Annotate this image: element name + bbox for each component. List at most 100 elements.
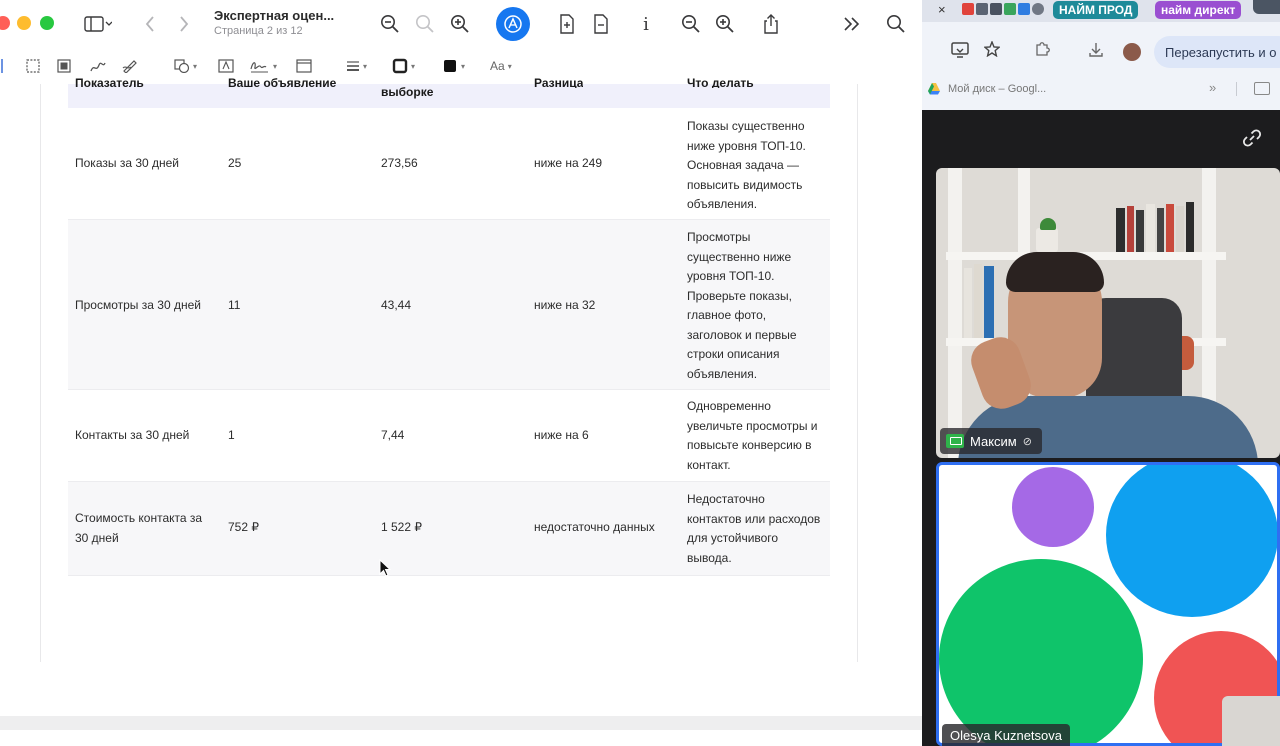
page-setup-tool[interactable] [296,57,312,75]
participant-video-tile[interactable] [936,168,1280,458]
book [1186,202,1194,252]
fill-color-menu[interactable]: ▾ [442,57,465,75]
metric-cell: Просмотры за 30 дней [75,298,201,312]
shelf-post [948,168,962,458]
profile-avatar[interactable] [1123,43,1141,61]
sample-value-cell: 273,56 [381,156,418,170]
pinned-tab-icon[interactable] [976,3,988,15]
table-row: Стоимость контакта за 30 дней 752 ₽ 1 522… [68,482,830,576]
document-page: Показатель Ваше объявление выборке Разни… [0,76,922,746]
chevron-down-icon: ▾ [363,61,368,71]
search-button[interactable] [884,10,908,38]
markup-toolbar-button[interactable] [496,7,530,41]
document-minus-icon [594,14,608,34]
redact-tool[interactable] [57,57,71,75]
border-color-icon [392,58,408,74]
zoom-out-icon [381,15,399,33]
pinned-tab-icon[interactable] [1004,3,1016,15]
text-style-label: Aa [490,59,505,73]
extensions-button[interactable] [1034,41,1050,62]
table-header: Показатель Ваше объявление выборке Разни… [68,76,830,108]
zoom-in-icon [716,15,734,33]
action-cell: Просмотры существенно ниже уровня ТОП-10. П… [687,230,797,381]
participant-name: Максим [970,433,1017,449]
shapes-menu[interactable]: ▾ [174,57,197,75]
participant-name-tag: Olesya Kuznetsova [942,724,1071,746]
action-cell: Недостаточно контактов или расходов для ус… [687,492,821,565]
viewer-toolbar: Экспертная оцен... Страница 2 из 12 i [0,0,922,48]
table-row: Контакты за 30 дней 1 7,44 ниже на 6 Одн… [68,390,830,482]
remove-page-button[interactable] [590,10,612,38]
zoom-out-button[interactable] [378,10,402,38]
forward-button[interactable] [174,10,194,38]
metric-cell: Контакты за 30 дней [75,428,190,442]
pen-draw-icon [122,60,137,73]
sketch-tool[interactable] [90,57,106,75]
book [1127,206,1134,252]
participant-name-tag: Максим ⊘ [940,428,1042,454]
sample-value-cell: 7,44 [381,428,405,442]
more-toolbar-button[interactable] [840,10,864,38]
signature-menu[interactable]: ▾ [250,57,277,75]
difference-cell: ниже на 249 [534,156,603,170]
share-icon [764,14,778,34]
document-title[interactable]: Экспертная оцен... [214,8,334,23]
participant-name: Olesya Kuznetsova [950,727,1063,743]
tab-group-hiring-direct[interactable]: найм директ [1155,1,1242,19]
zoom-in-button[interactable] [448,10,472,38]
window-zoom-button[interactable] [40,16,54,30]
pinned-tab-icon[interactable] [990,3,1002,15]
sidebar-toggle-button[interactable] [80,10,116,38]
line-style-menu[interactable]: ▾ [346,57,367,75]
window-corner [1253,0,1280,14]
downloads-button[interactable] [1088,42,1104,63]
decorative-circle [1012,467,1094,547]
bookmarks-overflow-button[interactable]: » [1209,80,1216,95]
chevron-down-icon: ▾ [273,61,278,71]
book [1136,210,1144,252]
mouse-cursor-icon [379,559,391,577]
tab-group-hiring-sales[interactable]: НАЙМ ПРОД [1053,1,1139,19]
pinned-tab-icon[interactable] [1032,3,1044,15]
bookmark-star-button[interactable] [983,40,1001,62]
tab-close-button[interactable]: × [938,2,946,17]
zoom-in-icon [451,15,469,33]
text-style-menu[interactable]: Aa ▾ [490,57,512,75]
window-icon [296,59,312,73]
book [1176,206,1184,252]
decorative-circle [939,559,1143,743]
draw-tool[interactable] [122,57,138,75]
text-box-tool[interactable] [218,57,234,75]
share-button[interactable] [760,10,782,38]
zoom-in-button-2[interactable] [714,10,736,38]
pen-tip-icon [504,15,522,33]
bookmark-google-drive[interactable]: Мой диск – Googl... [948,83,1046,95]
difference-cell: недостаточно данных [534,520,655,534]
restart-update-button[interactable]: Перезапустить и о [1154,36,1280,68]
zoom-out-button-2[interactable] [680,10,702,38]
link-icon[interactable] [1242,128,1262,148]
plant-pot [1036,228,1058,252]
border-color-menu[interactable]: ▾ [392,57,415,75]
page-indicator: Страница 2 из 12 [214,25,303,37]
rect-selection-tool[interactable] [26,57,40,75]
bookmarks-divider [1236,82,1237,96]
puzzle-icon [1036,42,1050,56]
folder-icon[interactable] [1254,82,1270,95]
zoom-out-icon [682,15,700,33]
pinned-tab-icon[interactable] [962,3,974,15]
page-separator [0,716,922,730]
your-value-cell: 11 [228,298,241,312]
window-close-button[interactable] [0,16,10,30]
self-view-thumbnail[interactable] [1222,696,1280,746]
cast-button[interactable] [951,42,969,63]
pinned-tab-icon[interactable] [1018,3,1030,15]
info-button[interactable]: i [638,10,654,38]
text-selection-tool[interactable] [0,57,6,75]
actual-size-button[interactable] [413,10,437,38]
column-header-difference: Разница [534,76,584,88]
back-button[interactable] [140,10,160,38]
sidebar-icon [84,16,112,32]
insert-page-button[interactable] [556,10,578,38]
window-minimize-button[interactable] [17,16,31,30]
